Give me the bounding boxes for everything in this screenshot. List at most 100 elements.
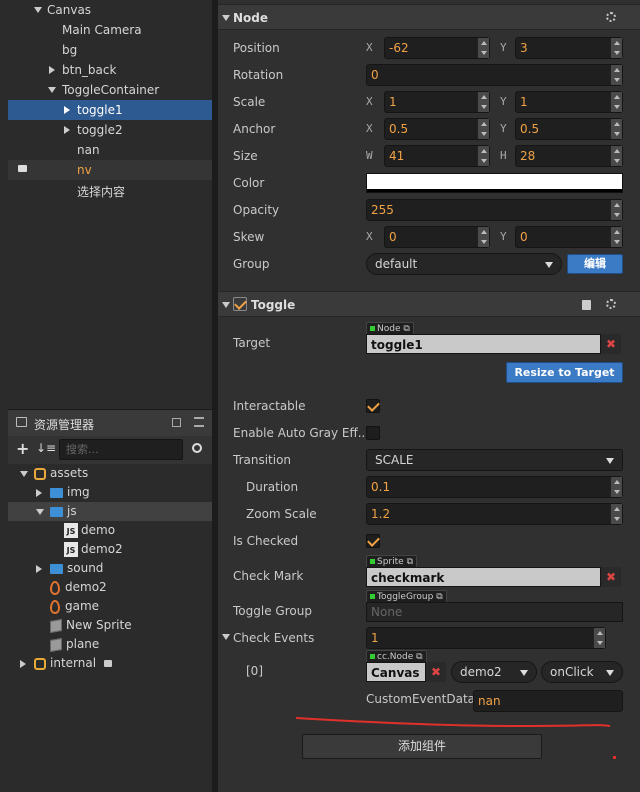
event-component-dropdown[interactable]: demo2 <box>451 661 537 683</box>
collapse-icon[interactable] <box>222 634 230 640</box>
asset-item-demo[interactable]: JS demo <box>64 521 115 540</box>
asset-item-demo2-scene[interactable]: demo2 <box>50 578 107 597</box>
target-field[interactable]: toggle1 <box>366 334 601 354</box>
collapse-icon[interactable] <box>222 15 230 21</box>
hierarchy-node-nv[interactable]: nv <box>8 160 212 180</box>
collapse-icon[interactable] <box>222 302 230 308</box>
hierarchy-node-btn-back[interactable]: btn_back <box>8 60 212 80</box>
spinner-icon[interactable] <box>477 119 489 139</box>
spinner-icon[interactable] <box>610 504 622 524</box>
spinner-icon[interactable] <box>477 227 489 247</box>
transition-dropdown[interactable]: SCALE <box>366 449 623 471</box>
asset-item-game[interactable]: game <box>50 597 99 616</box>
asset-item-assets[interactable]: assets <box>20 464 88 483</box>
clear-event-target-icon[interactable]: ✖ <box>426 662 446 682</box>
expand-down-icon[interactable] <box>34 7 42 13</box>
spinner-icon[interactable] <box>610 119 622 139</box>
scale-x-input[interactable]: 1 <box>384 91 490 113</box>
spinner-icon[interactable] <box>610 38 622 58</box>
hierarchy-node-toggle2[interactable]: toggle2 <box>8 120 212 140</box>
spinner-icon[interactable] <box>610 200 622 220</box>
skew-x-input[interactable]: 0 <box>384 226 490 248</box>
interactable-checkbox[interactable] <box>366 399 380 413</box>
spinner-icon[interactable] <box>610 146 622 166</box>
gear-icon[interactable] <box>606 299 616 309</box>
spinner-icon[interactable] <box>610 477 622 497</box>
is-checked-checkbox[interactable] <box>366 534 380 548</box>
hierarchy-node-toggle1[interactable]: toggle1 <box>8 100 212 120</box>
event-handler-dropdown[interactable]: onClick <box>541 661 623 683</box>
expand-down-icon[interactable] <box>48 87 56 93</box>
lock-icon[interactable] <box>18 165 27 172</box>
spinner-icon[interactable] <box>610 227 622 247</box>
search-icon[interactable] <box>192 443 202 453</box>
size-height-input[interactable]: 28 <box>515 145 623 167</box>
rotation-input[interactable]: 0 <box>366 64 623 86</box>
position-y-input[interactable]: 3 <box>515 37 623 59</box>
zoom-scale-input[interactable]: 1.2 <box>366 503 623 525</box>
help-book-icon[interactable] <box>582 300 591 310</box>
asset-item-demo2-script[interactable]: JS demo2 <box>64 540 123 559</box>
add-component-button[interactable]: 添加组件 <box>302 734 542 759</box>
expand-right-icon[interactable] <box>64 126 70 134</box>
expand-right-icon[interactable] <box>36 488 42 497</box>
spinner-icon[interactable] <box>477 146 489 166</box>
spinner-icon[interactable] <box>593 628 605 648</box>
check-events-count-input[interactable]: 1 <box>366 627 606 649</box>
group-dropdown[interactable]: default <box>366 253 562 275</box>
asset-item-img[interactable]: img <box>36 483 90 502</box>
add-asset-icon[interactable]: + <box>16 439 29 458</box>
sort-icon[interactable]: ↓≡ <box>36 441 56 455</box>
expand-right-icon[interactable] <box>36 564 42 573</box>
hierarchy-node-bg[interactable]: bg <box>8 40 212 60</box>
expand-down-icon[interactable] <box>20 470 28 477</box>
anchor-x-input[interactable]: 0.5 <box>384 118 490 140</box>
spinner-icon[interactable] <box>477 38 489 58</box>
assets-header: 资源管理器 <box>8 410 212 436</box>
spinner-icon[interactable] <box>477 92 489 112</box>
event-target-field[interactable]: Canvas <box>366 662 426 682</box>
hierarchy-node-main-camera[interactable]: Main Camera <box>8 20 212 40</box>
expand-down-icon[interactable] <box>36 508 44 515</box>
position-x-input[interactable]: -62 <box>384 37 490 59</box>
red-annotation-underline <box>295 717 611 728</box>
custom-event-data-input[interactable]: nan <box>473 690 623 712</box>
hierarchy-node-canvas[interactable]: Canvas <box>8 0 212 20</box>
spinner-icon[interactable] <box>610 65 622 85</box>
toggle-enabled-checkbox[interactable] <box>233 297 247 311</box>
gear-icon[interactable] <box>606 12 616 22</box>
asset-item-internal[interactable]: internal <box>20 654 112 673</box>
search-input[interactable]: 搜索... <box>59 439 183 460</box>
expand-right-icon[interactable] <box>49 66 55 74</box>
anchor-label: Anchor <box>233 122 276 136</box>
scale-y-input[interactable]: 1 <box>515 91 623 113</box>
toggle-group-field[interactable]: None <box>366 602 623 622</box>
expand-right-icon[interactable] <box>64 106 70 114</box>
asset-item-plane[interactable]: plane <box>50 635 99 654</box>
clear-check-mark-icon[interactable]: ✖ <box>601 567 621 587</box>
hierarchy-node-select-content[interactable]: 选择内容 <box>8 182 212 202</box>
duration-input[interactable]: 0.1 <box>366 476 623 498</box>
asset-item-sound[interactable]: sound <box>36 559 103 578</box>
menu-icon[interactable] <box>194 417 204 427</box>
opacity-input[interactable]: 255 <box>366 199 623 221</box>
edit-group-button[interactable]: 编辑 <box>567 254 623 274</box>
asset-item-new-sprite[interactable]: New Sprite <box>50 616 132 635</box>
size-width-input[interactable]: 41 <box>384 145 490 167</box>
anchor-y-input[interactable]: 0.5 <box>515 118 623 140</box>
duration-label: Duration <box>246 480 299 494</box>
asset-item-js[interactable]: js <box>8 502 212 521</box>
color-swatch[interactable] <box>366 173 623 193</box>
hierarchy-node-nan[interactable]: nan <box>8 140 212 160</box>
maximize-icon[interactable] <box>172 418 181 427</box>
resize-to-target-button[interactable]: Resize to Target <box>506 362 623 383</box>
toggle-section-header[interactable]: Toggle <box>218 291 640 317</box>
auto-gray-checkbox[interactable] <box>366 426 380 440</box>
hierarchy-node-toggle-container[interactable]: ToggleContainer <box>8 80 212 100</box>
skew-y-input[interactable]: 0 <box>515 226 623 248</box>
node-section-header[interactable]: Node <box>218 4 640 30</box>
expand-right-icon[interactable] <box>20 659 26 668</box>
check-mark-field[interactable]: checkmark <box>366 567 601 587</box>
spinner-icon[interactable] <box>610 92 622 112</box>
clear-target-icon[interactable]: ✖ <box>601 334 621 354</box>
